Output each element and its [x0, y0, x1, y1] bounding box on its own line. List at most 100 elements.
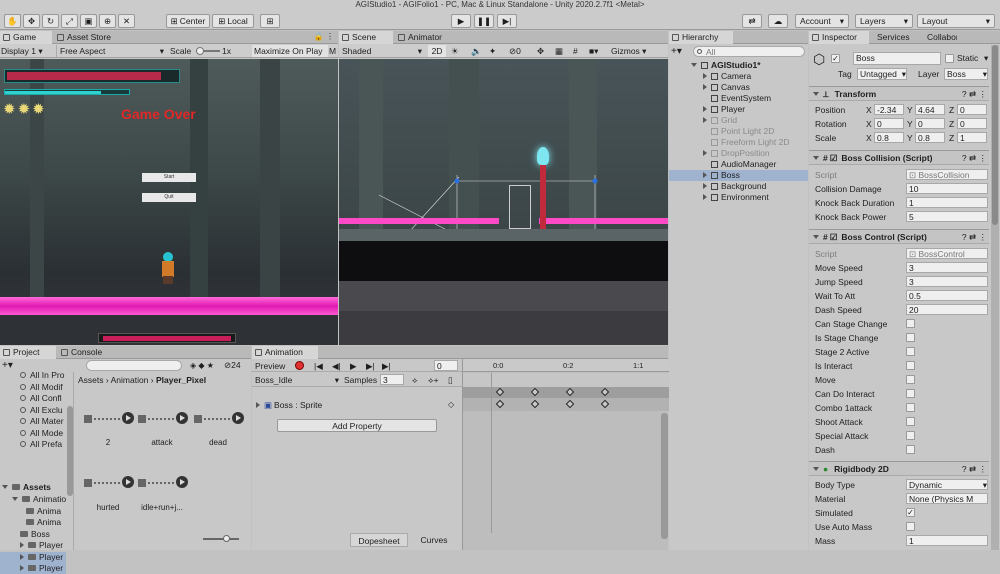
preview-toggle[interactable]: Preview: [255, 360, 291, 372]
simulated-checkbox[interactable]: ✓: [906, 508, 915, 517]
expand-arrow-icon[interactable]: [703, 106, 707, 112]
favorite-search-item[interactable]: All Exclu: [20, 405, 63, 416]
favorite-search-item[interactable]: All In Pro: [20, 370, 65, 381]
position-x-field[interactable]: -2.34: [874, 104, 904, 115]
play-clip-icon[interactable]: [176, 412, 188, 424]
first-key-button[interactable]: |◀: [314, 360, 326, 372]
project-folder-item[interactable]: Boss: [0, 529, 66, 540]
field-value-input[interactable]: 3: [906, 262, 988, 273]
active-checkbox[interactable]: ✓: [831, 54, 840, 63]
timeline-ruler[interactable]: 0:0 0:2 1:1: [463, 359, 669, 372]
clip-dropdown[interactable]: Boss_Idle ▾: [255, 374, 339, 386]
assets-root[interactable]: Assets: [2, 482, 51, 493]
breadcrumb-item[interactable]: Animation: [111, 375, 149, 385]
animation-clip-asset[interactable]: [194, 410, 244, 428]
toggle-checkbox[interactable]: [906, 319, 915, 328]
maximize-on-play-toggle[interactable]: Maximize On Play: [252, 45, 328, 57]
tab-game[interactable]: Game: [0, 31, 52, 44]
step-button[interactable]: ▶|: [497, 14, 517, 28]
project-folder-item[interactable]: Player: [0, 540, 66, 551]
favorite-search-item[interactable]: All Modif: [20, 382, 63, 393]
hierarchy-item[interactable]: Canvas: [669, 82, 808, 93]
hidden-objects-toggle[interactable]: ⊘0: [509, 45, 533, 57]
layout-dropdown[interactable]: Layout ▾: [917, 14, 995, 28]
play-clip-icon[interactable]: [122, 476, 134, 488]
component-editor-icon[interactable]: ▦: [555, 45, 571, 57]
toggle-checkbox[interactable]: [906, 403, 915, 412]
rotation-z-field[interactable]: 0: [957, 118, 987, 129]
project-search-input[interactable]: [86, 360, 182, 371]
material-field[interactable]: None (Physics M: [906, 493, 988, 504]
scale-y-field[interactable]: 0.8: [915, 132, 945, 143]
rotation-x-field[interactable]: 0: [874, 118, 904, 129]
add-keyframe-icon[interactable]: ⟡: [412, 374, 424, 386]
hand-tool-icon[interactable]: ✋: [4, 14, 21, 28]
gizmos-dropdown[interactable]: Gizmos ▾: [611, 45, 649, 57]
field-value-input[interactable]: 20: [906, 304, 988, 315]
hierarchy-item[interactable]: Grid: [669, 115, 808, 126]
toggle-checkbox[interactable]: [906, 375, 915, 384]
project-folder-item[interactable]: Player: [0, 551, 66, 563]
dopesheet-tab[interactable]: Dopesheet: [350, 533, 408, 547]
scale-z-field[interactable]: 1: [957, 132, 987, 143]
hierarchy-item[interactable]: EventSystem: [669, 93, 808, 104]
inspector-scrollbar[interactable]: [991, 45, 999, 550]
game-view[interactable]: ✹✹✹ Game Over Start Quit: [0, 59, 338, 345]
scale-x-field[interactable]: 0.8: [874, 132, 904, 143]
expand-arrow-icon[interactable]: [703, 117, 707, 123]
project-folder-item[interactable]: Player: [0, 563, 66, 574]
property-row[interactable]: ▣ Boss : Sprite: [256, 398, 322, 412]
toggle-checkbox[interactable]: [906, 389, 915, 398]
tab-project[interactable]: Project: [0, 346, 56, 359]
panel-menu-icon[interactable]: 🔒 ⋮: [314, 32, 334, 41]
tab-animator[interactable]: Animator: [395, 31, 455, 44]
auto-mass-checkbox[interactable]: [906, 522, 915, 531]
project-folder-item[interactable]: Animatio: [0, 494, 66, 505]
samples-field[interactable]: 3: [380, 374, 404, 385]
toggle-checkbox[interactable]: [906, 347, 915, 356]
hierarchy-item[interactable]: Point Light 2D: [669, 126, 808, 137]
hierarchy-item[interactable]: DropPosition: [669, 148, 808, 159]
grid-snap-icon[interactable]: ⊞: [260, 14, 280, 28]
expand-arrow-icon[interactable]: [703, 172, 707, 178]
hierarchy-search-input[interactable]: All: [693, 46, 805, 57]
breadcrumb-item[interactable]: Player_Pixel: [156, 375, 206, 385]
scene-root[interactable]: AGIStudio1*: [691, 60, 761, 71]
favorite-search-item[interactable]: All Mode: [20, 428, 63, 439]
hierarchy-item[interactable]: Background: [669, 181, 808, 192]
pivot-local-button[interactable]: ⊞ Local: [212, 14, 254, 28]
mute-audio-toggle[interactable]: M: [329, 45, 338, 57]
hierarchy-item[interactable]: AudioManager: [669, 159, 808, 170]
tab-scene[interactable]: Scene: [339, 31, 393, 44]
add-event-icon[interactable]: ⟡+: [428, 374, 442, 386]
display-dropdown[interactable]: Display 1 ▾: [1, 45, 51, 57]
tab-inspector[interactable]: Inspector: [809, 31, 869, 44]
play-anim-button[interactable]: ▶: [350, 360, 362, 372]
last-key-button[interactable]: ▶|: [382, 360, 394, 372]
expand-arrow-icon[interactable]: [703, 150, 707, 156]
field-value-input[interactable]: 0.5: [906, 290, 988, 301]
project-create-button[interactable]: +▾: [2, 360, 13, 371]
pivot-center-button[interactable]: ⊞ Center: [166, 14, 210, 28]
custom-tool-icon[interactable]: ✕: [118, 14, 135, 28]
event-icon[interactable]: ▯: [448, 374, 460, 386]
cloud-icon[interactable]: ☁: [768, 14, 788, 28]
position-y-field[interactable]: 4.64: [915, 104, 945, 115]
boss-control-header[interactable]: # ☑ Boss Control (Script)? ⇄ ⋮: [809, 229, 989, 244]
shading-dropdown[interactable]: Shaded ▾: [342, 45, 422, 57]
toggle-checkbox[interactable]: [906, 431, 915, 440]
expand-arrow-icon[interactable]: [20, 565, 24, 571]
prev-key-button[interactable]: ◀|: [332, 360, 344, 372]
expand-arrow-icon[interactable]: [20, 553, 24, 560]
body-type-dropdown[interactable]: Dynamic ▾: [906, 479, 988, 490]
toggle-checkbox[interactable]: [906, 445, 915, 454]
field-value-input[interactable]: 5: [906, 211, 988, 222]
animation-clip-asset[interactable]: [138, 474, 188, 492]
rect-tool-icon[interactable]: ▣: [80, 14, 97, 28]
hierarchy-item[interactable]: Player: [669, 104, 808, 115]
layers-dropdown[interactable]: Layers ▾: [855, 14, 913, 28]
hierarchy-item[interactable]: Environment: [669, 192, 808, 203]
hierarchy-item[interactable]: Boss: [669, 170, 808, 181]
tab-console[interactable]: Console: [58, 346, 114, 359]
field-value-input[interactable]: 10: [906, 183, 988, 194]
